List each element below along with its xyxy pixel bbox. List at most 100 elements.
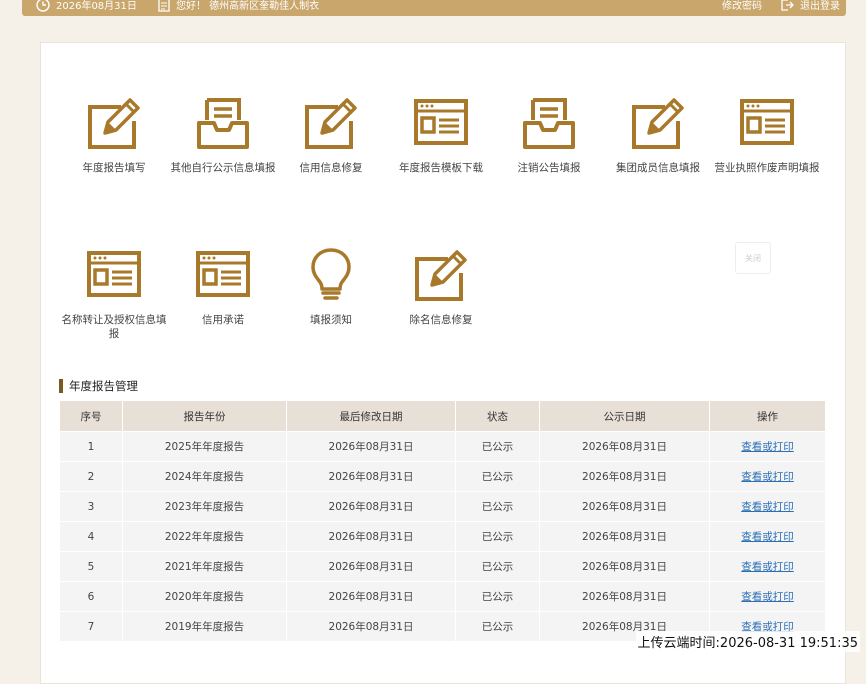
top-bar: 2026年08月31日 您好！ 德州高新区奎勒佳人制衣 修改密码 退出登录: [22, 0, 846, 16]
tile-removal-repair[interactable]: 除名信息修复: [381, 247, 501, 327]
tile-cancellation-notice[interactable]: 注销公告填报: [489, 95, 609, 175]
tile-label: 除名信息修复: [409, 314, 473, 326]
last-modified: 2026年08月31日: [286, 551, 456, 582]
tile-group-member[interactable]: 集团成员信息填报: [598, 95, 718, 175]
column-header: 状态: [455, 400, 540, 432]
row-index: 5: [59, 551, 123, 582]
tile-template-download[interactable]: 年度报告模板下载: [381, 95, 501, 175]
section-title: 年度报告管理: [59, 379, 138, 393]
status: 已公示: [455, 491, 540, 522]
report-year: 2020年年度报告: [122, 581, 287, 612]
tile-name-transfer[interactable]: 名称转让及授权信息填报: [54, 247, 174, 341]
id-card-icon: [85, 247, 143, 303]
tile-credit-commitment[interactable]: 信用承诺: [163, 247, 283, 327]
tile-label: 填报须知: [310, 314, 352, 326]
view-print-link[interactable]: 查看或打印: [741, 471, 794, 483]
tile-label: 年度报告模板下载: [399, 162, 483, 174]
annual-report-table: 序号 报告年份 最后修改日期 状态 公示日期 操作 1 2025年年度报告 20…: [59, 400, 826, 642]
status: 已公示: [455, 431, 540, 462]
row-index: 3: [59, 491, 123, 522]
tile-credit-repair[interactable]: 信用信息修复: [271, 95, 391, 175]
change-password-link[interactable]: 修改密码: [722, 0, 762, 12]
view-print-link[interactable]: 查看或打印: [741, 441, 794, 453]
inbox-tray-icon: [520, 95, 578, 151]
status: 已公示: [455, 551, 540, 582]
tile-filing-notes[interactable]: 填报须知: [271, 247, 391, 327]
tile-label: 集团成员信息填报: [616, 162, 700, 174]
action-cell: 查看或打印: [709, 581, 826, 612]
table-header-row: 序号 报告年份 最后修改日期 状态 公示日期 操作: [59, 400, 826, 432]
action-cell: 查看或打印: [709, 431, 826, 462]
main-card: 年度报告填写 其他自行公示信息填报 信用信息修复 年度报告模板下载 注销公告填报…: [40, 42, 846, 684]
table-row: 2 2024年年度报告 2026年08月31日 已公示 2026年08月31日 …: [59, 461, 826, 492]
last-modified: 2026年08月31日: [286, 521, 456, 552]
tile-label: 信用信息修复: [299, 162, 363, 174]
tile-annual-report-fill[interactable]: 年度报告填写: [54, 95, 174, 175]
row-index: 4: [59, 521, 123, 552]
clock-icon: [36, 0, 50, 12]
publish-date: 2026年08月31日: [539, 491, 710, 522]
table-row: 5 2021年年度报告 2026年08月31日 已公示 2026年08月31日 …: [59, 551, 826, 582]
last-modified: 2026年08月31日: [286, 431, 456, 462]
edit-pencil-icon: [629, 95, 687, 151]
view-print-link[interactable]: 查看或打印: [741, 591, 794, 603]
report-year: 2024年年度报告: [122, 461, 287, 492]
id-card-icon: [738, 95, 796, 151]
logout-link[interactable]: 退出登录: [780, 0, 840, 12]
row-index: 1: [59, 431, 123, 462]
tile-label: 名称转让及授权信息填报: [61, 314, 167, 340]
row-index: 7: [59, 611, 123, 642]
edit-pencil-icon: [85, 95, 143, 151]
tile-license-void[interactable]: 营业执照作废声明填报: [707, 95, 827, 175]
table-row: 6 2020年年度报告 2026年08月31日 已公示 2026年08月31日 …: [59, 581, 826, 612]
publish-date: 2026年08月31日: [539, 461, 710, 492]
column-header: 最后修改日期: [286, 400, 456, 432]
row-index: 6: [59, 581, 123, 612]
edit-pencil-icon: [302, 95, 360, 151]
last-modified: 2026年08月31日: [286, 611, 456, 642]
column-header: 报告年份: [122, 400, 287, 432]
action-cell: 查看或打印: [709, 491, 826, 522]
upload-timestamp: 上传云端时间:2026-08-31 19:51:35: [635, 631, 860, 652]
table-row: 4 2022年年度报告 2026年08月31日 已公示 2026年08月31日 …: [59, 521, 826, 552]
column-header: 公示日期: [539, 400, 710, 432]
report-year: 2022年年度报告: [122, 521, 287, 552]
lightbulb-icon: [302, 247, 360, 303]
publish-date: 2026年08月31日: [539, 581, 710, 612]
close-button[interactable]: 关闭: [735, 242, 771, 274]
status: 已公示: [455, 521, 540, 552]
status: 已公示: [455, 611, 540, 642]
view-print-link[interactable]: 查看或打印: [741, 501, 794, 513]
date-area: 2026年08月31日: [36, 0, 137, 12]
column-header: 序号: [59, 400, 123, 432]
tile-label: 其他自行公示信息填报: [170, 162, 276, 174]
last-modified: 2026年08月31日: [286, 491, 456, 522]
view-print-link[interactable]: 查看或打印: [741, 561, 794, 573]
action-cell: 查看或打印: [709, 461, 826, 492]
tile-other-disclosure[interactable]: 其他自行公示信息填报: [163, 95, 283, 175]
view-print-link[interactable]: 查看或打印: [741, 531, 794, 543]
last-modified: 2026年08月31日: [286, 581, 456, 612]
action-cell: 查看或打印: [709, 521, 826, 552]
report-year: 2023年年度报告: [122, 491, 287, 522]
greeting-text: 您好！ 德州高新区奎勒佳人制衣: [176, 1, 320, 12]
report-year: 2019年年度报告: [122, 611, 287, 642]
tile-label: 年度报告填写: [82, 162, 146, 174]
action-cell: 查看或打印: [709, 551, 826, 582]
logout-icon: [781, 0, 794, 11]
greeting-area: 您好！ 德州高新区奎勒佳人制衣: [158, 0, 319, 12]
row-index: 2: [59, 461, 123, 492]
logout-label[interactable]: 退出登录: [800, 0, 840, 12]
current-date: 2026年08月31日: [56, 1, 137, 12]
status: 已公示: [455, 461, 540, 492]
column-header: 操作: [709, 400, 826, 432]
tile-label: 信用承诺: [202, 314, 244, 326]
publish-date: 2026年08月31日: [539, 431, 710, 462]
publish-date: 2026年08月31日: [539, 521, 710, 552]
table-row: 3 2023年年度报告 2026年08月31日 已公示 2026年08月31日 …: [59, 491, 826, 522]
close-label[interactable]: 关闭: [745, 253, 761, 264]
report-year: 2025年年度报告: [122, 431, 287, 462]
status: 已公示: [455, 581, 540, 612]
change-password-label[interactable]: 修改密码: [722, 0, 762, 12]
tile-label: 营业执照作废声明填报: [714, 162, 820, 174]
